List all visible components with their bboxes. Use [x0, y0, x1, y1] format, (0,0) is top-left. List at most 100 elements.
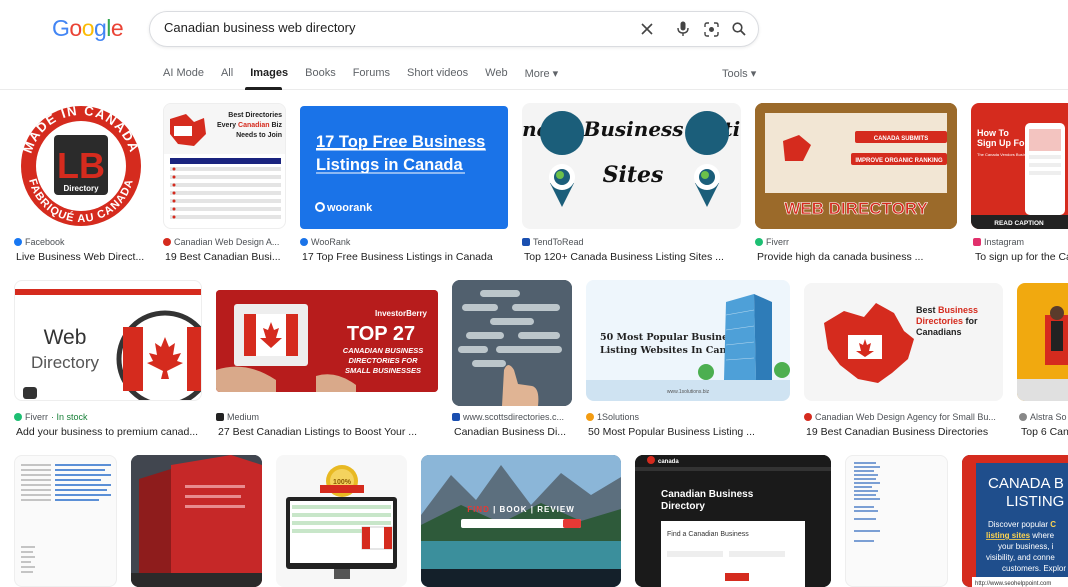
result-title[interactable]: 19 Best Canadian Busi... [165, 251, 286, 263]
image-result[interactable]: Alstra So Top 6 Can [1017, 280, 1068, 440]
medium-icon [216, 413, 224, 421]
image-result[interactable]: Best Directories Every Canadian Biz Need… [163, 103, 286, 263]
result-thumbnail[interactable]: 17 Top Free Business Listings in Canada … [300, 106, 508, 229]
thumb-text: Best Directories [228, 112, 282, 119]
result-title[interactable]: To sign up for the Ca [975, 251, 1068, 263]
svg-text:Best Business: Best Business [916, 305, 978, 315]
result-thumbnail[interactable]: CANADA B LISTING Discover popular C list… [962, 455, 1068, 587]
tab-ai-mode[interactable]: AI Mode [163, 67, 204, 83]
tab-web[interactable]: Web [485, 67, 507, 83]
thumb-text: IMPROVE ORGANIC RANKING [855, 158, 943, 164]
result-thumbnail[interactable]: Web Directory [14, 280, 202, 401]
result-title[interactable]: Top 6 Can [1021, 426, 1068, 438]
result-source: Medium [216, 412, 438, 422]
image-result[interactable]: www.scottsdirectories.c... Canadian Busi… [452, 280, 572, 440]
result-thumbnail[interactable]: Canada Business Listing Sites [522, 103, 741, 229]
image-result[interactable]: CANADA B LISTING Discover popular C list… [962, 455, 1068, 587]
image-result[interactable]: Best Business Directories for Canadians … [804, 280, 1003, 440]
search-input[interactable] [164, 20, 614, 35]
image-result[interactable]: FIND | BOOK | REVIEW [421, 455, 621, 587]
result-title[interactable]: 27 Best Canadian Listings to Boost Your … [218, 426, 438, 438]
thumb-text: InvestorBerry [375, 309, 428, 318]
source-name: WooRank [311, 237, 351, 247]
tab-images[interactable]: Images [250, 67, 288, 83]
result-thumbnail[interactable]: InvestorBerry TOP 27 CANADIAN BUSINESS D… [216, 290, 438, 392]
result-thumbnail[interactable] [14, 455, 117, 587]
google-logo[interactable]: Google [52, 15, 124, 42]
logo-letter: g [93, 15, 107, 41]
logo-letter: o [69, 15, 82, 41]
image-result[interactable] [131, 455, 262, 587]
microphone-icon[interactable] [674, 20, 692, 38]
thumb-text: for [963, 316, 978, 326]
result-thumbnail[interactable]: canada Canadian Business Directory Find … [635, 455, 831, 587]
result-thumbnail[interactable]: MADE IN CANADA FABRIQUÉ AU CANADA LB Dir… [14, 103, 149, 229]
image-result[interactable]: CANADA SUBMITS IMPROVE ORGANIC RANKING W… [755, 103, 957, 263]
svg-text:Every Canadian Biz: Every Canadian Biz [217, 122, 282, 129]
result-thumbnail[interactable]: How To Sign Up For The Canada Vendors Bu… [971, 103, 1068, 229]
tools-button[interactable]: Tools ▾ [722, 67, 756, 80]
thumb-text: READ CAPTION [994, 220, 1044, 227]
source-name: Fiverr [766, 237, 789, 247]
tab-forums[interactable]: Forums [353, 67, 390, 83]
search-tabs: AI Mode All Images Books Forums Short vi… [163, 67, 575, 83]
thumb-text: Biz [270, 122, 283, 129]
result-thumbnail[interactable]: CANADA SUBMITS IMPROVE ORGANIC RANKING W… [755, 103, 957, 229]
result-thumbnail[interactable]: 50 Most Popular Business Listing Website… [586, 280, 790, 401]
tab-more[interactable]: More ▾ [525, 67, 559, 83]
result-thumbnail[interactable] [1017, 283, 1068, 401]
tab-short-videos[interactable]: Short videos [407, 67, 468, 83]
tab-books[interactable]: Books [305, 67, 336, 83]
source-name: Facebook [25, 237, 65, 247]
image-result[interactable]: MADE IN CANADA FABRIQUÉ AU CANADA LB Dir… [14, 103, 149, 263]
result-title[interactable]: 17 Top Free Business Listings in Canada [302, 251, 508, 263]
result-source: www.scottsdirectories.c... [452, 412, 572, 422]
result-title[interactable]: Top 120+ Canada Business Listing Sites .… [524, 251, 741, 263]
image-result[interactable]: InvestorBerry TOP 27 CANADIAN BUSINESS D… [216, 280, 438, 440]
thumb-text: 50 Most Popular Business [600, 332, 739, 343]
source-name: TendToRead [533, 237, 584, 247]
thumb-text: BOOK [500, 505, 528, 514]
instagram-icon [973, 238, 981, 246]
result-title[interactable]: Canadian Business Di... [454, 426, 572, 438]
thumb-text: Listing Websites In Canada [600, 345, 745, 356]
result-title[interactable]: Live Business Web Direct... [16, 251, 149, 263]
result-thumbnail[interactable]: 100% [276, 455, 407, 587]
result-thumbnail[interactable] [452, 280, 572, 406]
image-result[interactable]: canada Canadian Business Directory Find … [635, 455, 831, 587]
result-thumbnail[interactable]: FIND | BOOK | REVIEW [421, 455, 621, 587]
thumb-text: REVIEW [537, 505, 575, 514]
result-thumbnail[interactable] [131, 455, 262, 587]
result-title[interactable]: 50 Most Popular Business Listing ... [588, 426, 790, 438]
thumb-text: LISTING [1006, 493, 1064, 510]
thumb-text: Needs to Join [236, 132, 282, 139]
result-thumbnail[interactable]: Best Directories Every Canadian Biz Need… [163, 103, 286, 229]
thumb-text: visibility, and conne [986, 553, 1055, 562]
thumb-text: Best [916, 305, 938, 315]
result-thumbnail[interactable] [845, 455, 948, 587]
result-title[interactable]: Provide high da canada business ... [757, 251, 957, 263]
lens-icon[interactable] [702, 20, 720, 38]
scotts-directories-icon [452, 413, 460, 421]
result-title[interactable]: 19 Best Canadian Business Directories [806, 426, 1003, 438]
image-result[interactable] [14, 455, 117, 587]
thumb-text: LB [57, 145, 105, 186]
image-result[interactable]: 100% [276, 455, 407, 587]
image-result[interactable]: Canada Business Listing Sites TendToRead… [522, 103, 741, 263]
search-box[interactable] [149, 11, 759, 47]
result-title[interactable]: Add your business to premium canad... [16, 426, 202, 438]
image-result[interactable]: Web Directory Fiverr · In stock Add your… [14, 280, 202, 440]
logo-letter: G [52, 15, 70, 41]
image-result[interactable]: How To Sign Up For The Canada Vendors Bu… [971, 103, 1068, 263]
thumb-text: Directory [31, 353, 100, 372]
search-icon[interactable] [730, 20, 748, 38]
result-source: Canadian Web Design A... [163, 237, 286, 247]
tab-all[interactable]: All [221, 67, 233, 83]
result-thumbnail[interactable]: Best Business Directories for Canadians [804, 283, 1003, 401]
image-result[interactable] [845, 455, 948, 587]
close-icon[interactable] [638, 20, 656, 38]
thumb-text: www.1solutions.biz [667, 389, 710, 395]
image-result[interactable]: 50 Most Popular Business Listing Website… [586, 280, 790, 440]
image-result[interactable]: 17 Top Free Business Listings in Canada … [300, 103, 508, 263]
thumb-text: Canadian Business [661, 489, 754, 500]
